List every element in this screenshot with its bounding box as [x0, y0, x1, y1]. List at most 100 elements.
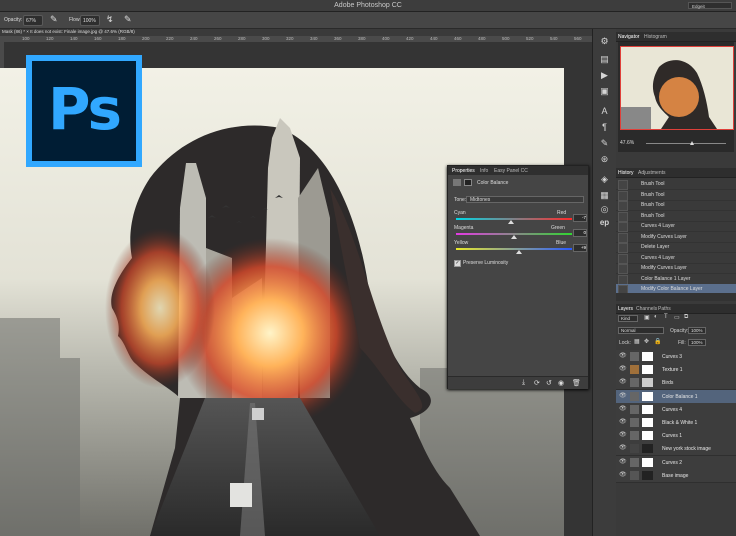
filter-pixel-icon[interactable]: ▣: [644, 314, 650, 321]
layer-row[interactable]: 👁 Curves 1: [616, 429, 736, 444]
character-icon[interactable]: A: [598, 105, 611, 117]
mask-icon[interactable]: [464, 179, 472, 186]
lock-all-icon[interactable]: 🔒: [654, 338, 661, 345]
tab-history[interactable]: History: [618, 170, 634, 176]
visibility-icon[interactable]: ◉: [558, 379, 564, 387]
history-item[interactable]: Brush Tool: [616, 179, 736, 190]
blend-mode-select[interactable]: Normal: [618, 327, 664, 334]
magenta-green-slider[interactable]: [456, 233, 572, 239]
zoom-slider[interactable]: [646, 141, 726, 145]
play-icon[interactable]: ▶: [598, 69, 611, 81]
layer-mask-thumbnail[interactable]: [642, 391, 653, 401]
tab-histogram[interactable]: Histogram: [644, 34, 667, 40]
history-item[interactable]: Brush Tool: [616, 200, 736, 211]
cyan-red-slider[interactable]: [456, 218, 572, 224]
yellow-blue-knob[interactable]: [515, 250, 522, 254]
tab-layers[interactable]: Layers: [618, 306, 633, 312]
lock-pixels-icon[interactable]: ▦: [634, 338, 640, 345]
reset-icon[interactable]: ↺: [546, 379, 552, 387]
visibility-eye-icon[interactable]: 👁: [619, 366, 627, 372]
layer-row[interactable]: 👁 Color Balance 1: [616, 389, 736, 404]
history-item[interactable]: Curves 4 Layer: [616, 221, 736, 232]
workspace-switcher[interactable]: Edgeit: [688, 2, 732, 9]
layer-row[interactable]: 👁 Black & White 1: [616, 416, 736, 430]
yellow-blue-slider[interactable]: [456, 248, 572, 254]
layer-row[interactable]: 👁 Curves 2: [616, 455, 736, 470]
layer-mask-thumbnail[interactable]: [642, 457, 653, 467]
airbrush-icon[interactable]: ↯: [106, 14, 114, 25]
visibility-eye-icon[interactable]: 👁: [619, 406, 627, 412]
layer-row[interactable]: 👁 New york stock image: [616, 442, 736, 457]
cyan-red-value[interactable]: -7: [573, 214, 587, 222]
fill-field[interactable]: 100%: [688, 339, 706, 346]
visibility-eye-icon[interactable]: 👁: [619, 419, 627, 425]
layer-mask-thumbnail[interactable]: [642, 444, 653, 454]
history-item[interactable]: Brush Tool: [616, 190, 736, 201]
layer-mask-thumbnail[interactable]: [642, 365, 653, 375]
tab-paths[interactable]: Paths: [658, 306, 671, 312]
visibility-eye-icon[interactable]: 👁: [619, 393, 627, 399]
layer-opacity-field[interactable]: 100%: [688, 327, 706, 334]
history-item[interactable]: Delete Layer: [616, 242, 736, 253]
clone-source-icon[interactable]: ⊛: [598, 153, 611, 165]
clip-to-layer-icon[interactable]: ⤓: [522, 379, 525, 387]
lock-position-icon[interactable]: ✥: [644, 338, 649, 345]
actions-icon[interactable]: ▤: [598, 53, 611, 65]
history-item[interactable]: Curves 4 Layer: [616, 253, 736, 264]
layer-comps-icon[interactable]: ▣: [598, 85, 611, 97]
magenta-green-value[interactable]: 0: [573, 229, 587, 237]
document-tab[interactable]: Mask (86) * × It does not exist: Finale …: [0, 29, 592, 36]
flow-field[interactable]: 100%: [80, 15, 100, 26]
delete-icon[interactable]: 🗑: [572, 379, 581, 387]
ep-plugin-icon[interactable]: ep: [598, 217, 611, 229]
history-item[interactable]: Brush Tool: [616, 211, 736, 222]
visibility-eye-icon[interactable]: 👁: [619, 353, 627, 359]
kind-filter[interactable]: Kind: [618, 315, 638, 322]
tool-presets-icon[interactable]: ◈: [598, 173, 611, 185]
layer-mask-thumbnail[interactable]: [642, 352, 653, 361]
layer-row[interactable]: 👁 Birds: [616, 376, 736, 391]
magenta-green-knob[interactable]: [511, 235, 517, 239]
layer-row[interactable]: 👁 Curves 3: [616, 350, 736, 364]
tab-channels[interactable]: Channels: [636, 306, 657, 312]
layer-row[interactable]: 👁 Curves 4: [616, 402, 736, 417]
layer-row[interactable]: 👁 Base image: [616, 468, 736, 483]
visibility-eye-icon[interactable]: 👁: [619, 379, 627, 385]
filter-smart-icon[interactable]: ⧉: [684, 314, 688, 321]
visibility-eye-icon[interactable]: 👁: [619, 445, 627, 451]
view-previous-icon[interactable]: ⟳: [534, 379, 540, 387]
navigator-thumbnail[interactable]: [620, 46, 734, 130]
filter-shape-icon[interactable]: ▭: [674, 314, 680, 321]
preserve-luminosity-checkbox[interactable]: ✓: [454, 260, 461, 267]
pressure-opacity-icon[interactable]: ✎: [50, 14, 58, 25]
layer-row[interactable]: 👁 Texture 1: [616, 363, 736, 378]
history-item[interactable]: Modify Curves Layer: [616, 232, 736, 243]
tab-adjustments[interactable]: Adjustments: [638, 170, 666, 176]
history-item[interactable]: Modify Curves Layer: [616, 263, 736, 274]
layer-mask-thumbnail[interactable]: [642, 431, 653, 441]
yellow-blue-value[interactable]: +9: [573, 244, 587, 252]
brush-presets-icon[interactable]: ✎: [598, 137, 611, 149]
layer-mask-thumbnail[interactable]: [642, 404, 653, 414]
visibility-eye-icon[interactable]: 👁: [619, 432, 627, 438]
navigator-zoom-value[interactable]: 47.6%: [620, 140, 634, 146]
filter-adjustment-icon[interactable]: ◐: [654, 314, 658, 320]
visibility-eye-icon[interactable]: 👁: [619, 459, 627, 465]
cyan-red-knob[interactable]: [507, 220, 514, 224]
tab-properties[interactable]: Properties: [452, 168, 475, 174]
layer-mask-thumbnail[interactable]: [642, 470, 653, 480]
tab-navigator[interactable]: Navigator: [618, 34, 639, 40]
pressure-size-icon[interactable]: ✎: [124, 14, 132, 25]
color-icon[interactable]: ◎: [598, 203, 611, 215]
visibility-eye-icon[interactable]: 👁: [619, 472, 627, 478]
history-brush-icon[interactable]: ⚙: [598, 35, 611, 47]
filter-type-icon[interactable]: T: [664, 314, 668, 320]
paragraph-icon[interactable]: ¶: [598, 121, 611, 133]
layer-mask-thumbnail[interactable]: [642, 378, 653, 388]
history-item[interactable]: Color Balance 1 Layer: [616, 274, 736, 285]
zoom-slider-knob[interactable]: [690, 141, 694, 145]
layer-mask-thumbnail[interactable]: [642, 418, 653, 427]
swatches-icon[interactable]: ▦: [598, 189, 611, 201]
opacity-field[interactable]: 67%: [23, 15, 43, 26]
tab-info[interactable]: Info: [480, 168, 488, 174]
